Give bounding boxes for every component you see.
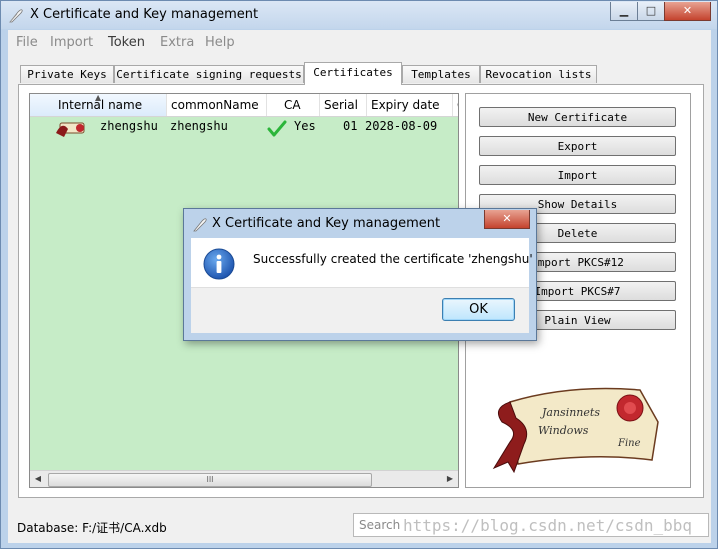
col-common-name[interactable]: commonName — [167, 94, 267, 116]
sort-up-icon: ▲ — [95, 93, 102, 102]
col-expiry-date[interactable]: Expiry date — [367, 94, 453, 116]
dialog-feather-icon — [193, 218, 207, 232]
search-placeholder: Search — [359, 518, 401, 532]
tab-private-keys[interactable]: Private Keys — [20, 65, 114, 83]
window-title: X Certificate and Key management — [30, 7, 259, 22]
scroll-thumb[interactable]: III — [48, 473, 372, 487]
cell-ca: Yes — [294, 119, 316, 133]
tab-templates[interactable]: Templates — [402, 65, 480, 83]
list-header: ▲ Internal name commonName CA Serial Exp… — [30, 94, 458, 117]
watermark-text: https://blog.csdn.net/csdn_bbq — [403, 516, 692, 535]
tab-csr[interactable]: Certificate signing requests — [114, 65, 304, 83]
import-button[interactable]: Import — [479, 165, 676, 185]
dialog-title: X Certificate and Key management — [212, 216, 441, 231]
col-ca[interactable]: CA — [267, 94, 320, 116]
scroll-logo: Jansinnets Windows Fine — [492, 387, 659, 474]
dialog-footer: OK — [191, 287, 529, 333]
app-feather-icon — [9, 9, 23, 23]
export-button[interactable]: Export — [479, 136, 676, 156]
check-icon — [267, 120, 287, 137]
certificate-icon — [56, 122, 85, 137]
title-bar[interactable]: X Certificate and Key management ▁ □ ✕ — [1, 1, 717, 29]
database-path: Database: F:/证书/CA.xdb — [17, 521, 167, 535]
close-button[interactable]: ✕ — [664, 2, 711, 21]
ok-button[interactable]: OK — [442, 298, 515, 321]
cell-expiry: 2028-08-09 — [365, 119, 438, 133]
cell-common-name: zhengshu — [170, 119, 228, 133]
menu-bar: File Import Token Extra Help — [8, 30, 711, 54]
logo-text-3: Fine — [617, 438, 641, 449]
success-dialog: X Certificate and Key management ✕ Succe… — [183, 208, 537, 341]
dialog-close-button[interactable]: ✕ — [484, 210, 530, 229]
maximize-button[interactable]: □ — [637, 2, 665, 21]
tab-certificates[interactable]: Certificates — [304, 62, 402, 85]
table-row[interactable]: zhengshu zhengshu Yes 01 2028-08-09 — [30, 117, 458, 137]
minimize-button[interactable]: ▁ — [610, 2, 638, 21]
menu-file[interactable]: File — [16, 35, 38, 50]
col-c[interactable]: C — [453, 94, 458, 116]
col-internal-name[interactable]: ▲ Internal name — [30, 94, 167, 116]
dialog-message: Successfully created the certificate 'zh… — [253, 252, 533, 266]
info-icon — [203, 248, 235, 280]
menu-import[interactable]: Import — [50, 35, 93, 50]
cell-internal-name: zhengshu — [100, 119, 158, 133]
horizontal-scrollbar[interactable]: ◀ III ▶ — [30, 470, 458, 487]
dialog-body: Successfully created the certificate 'zh… — [191, 238, 533, 287]
scroll-right-icon[interactable]: ▶ — [442, 471, 458, 487]
new-certificate-button[interactable]: New Certificate — [479, 107, 676, 127]
tab-revocation-lists[interactable]: Revocation lists — [480, 65, 597, 83]
menu-help[interactable]: Help — [205, 35, 235, 50]
logo-text-2: Windows — [538, 424, 589, 437]
logo-text-1: Jansinnets — [540, 406, 600, 419]
cell-serial: 01 — [343, 119, 358, 133]
col-serial[interactable]: Serial — [320, 94, 367, 116]
menu-extra[interactable]: Extra — [160, 35, 194, 50]
menu-token[interactable]: Token — [108, 35, 145, 50]
scroll-left-icon[interactable]: ◀ — [30, 471, 46, 487]
